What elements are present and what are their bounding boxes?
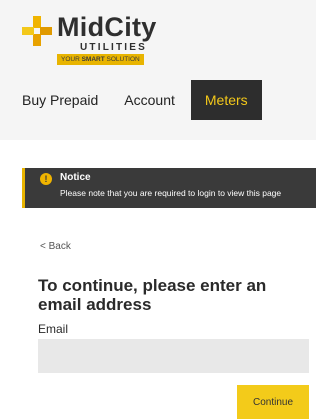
nav-item-account[interactable]: Account <box>114 80 185 120</box>
nav-item-meters[interactable]: Meters <box>190 80 262 120</box>
notice-banner: ! Notice Please note that you are requir… <box>22 168 316 208</box>
notice-message: Please note that you are required to log… <box>60 188 282 198</box>
brand-logo[interactable]: MidCity UTILITIES YOUR SMART SOLUTION <box>22 12 162 68</box>
email-field[interactable] <box>38 339 309 373</box>
exclamation-icon: ! <box>40 173 52 185</box>
continue-button[interactable]: Continue <box>237 385 309 419</box>
main-nav: Buy Prepaid Account Meters <box>22 80 262 120</box>
email-label: Email <box>38 322 69 336</box>
site-header: MidCity UTILITIES YOUR SMART SOLUTION Bu… <box>0 0 316 140</box>
brand-subtitle: UTILITIES <box>80 42 148 53</box>
brand-name: MidCity <box>57 12 157 42</box>
brand-tagline: YOUR SMART SOLUTION <box>57 54 144 65</box>
page-title: To continue, please enter an email addre… <box>38 276 267 314</box>
notice-title: Notice <box>60 172 91 183</box>
plus-cross-icon <box>22 16 52 46</box>
nav-item-buy-prepaid[interactable]: Buy Prepaid <box>22 80 108 120</box>
back-link[interactable]: < Back <box>40 241 71 252</box>
